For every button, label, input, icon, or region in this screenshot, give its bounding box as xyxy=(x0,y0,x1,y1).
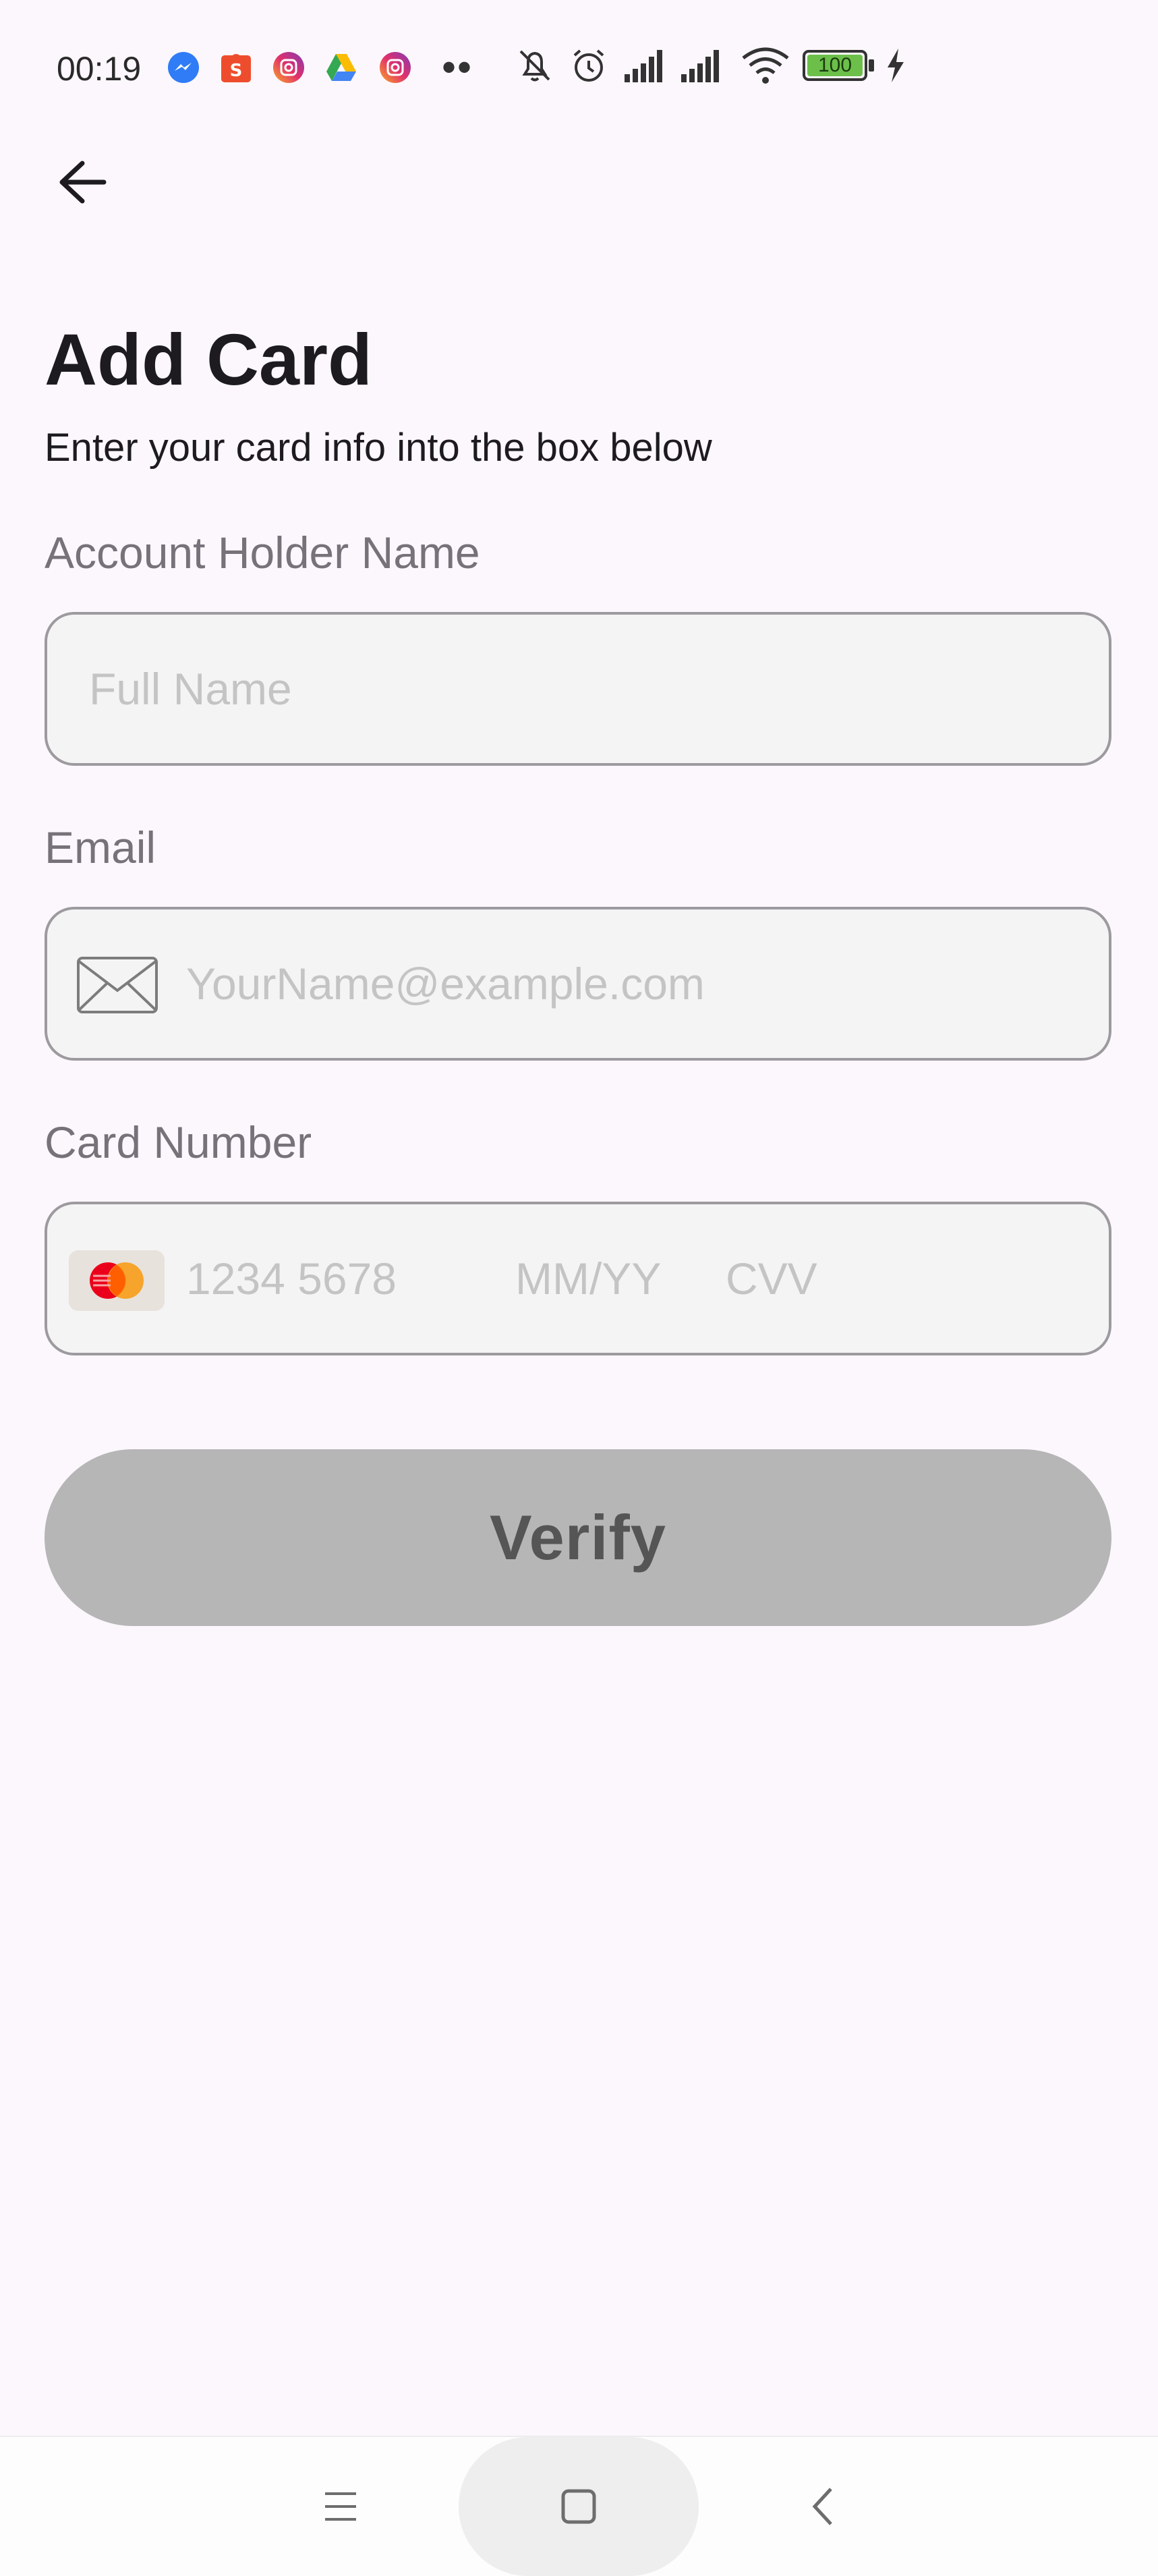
card-number-placeholder[interactable]: 1234 5678 xyxy=(186,1204,397,1353)
navigation-bar xyxy=(0,2436,1158,2576)
expiry-placeholder[interactable]: MM/YY xyxy=(515,1204,661,1353)
home-button[interactable] xyxy=(459,2437,699,2576)
battery-level: 100 xyxy=(817,54,852,76)
instagram-icon xyxy=(380,52,411,83)
email-field[interactable]: YourName@example.com xyxy=(45,907,1111,1061)
mastercard-icon xyxy=(69,1250,165,1311)
square-home-icon xyxy=(561,2489,596,2524)
email-placeholder: YourName@example.com xyxy=(186,959,705,1009)
envelope-icon xyxy=(77,957,158,1013)
messenger-icon xyxy=(168,52,199,83)
svg-text:S: S xyxy=(230,61,243,81)
cvv-placeholder[interactable]: CVV xyxy=(726,1204,817,1353)
verify-button[interactable]: Verify xyxy=(45,1449,1111,1626)
status-time: 00:19 xyxy=(57,50,142,88)
recent-apps-button[interactable] xyxy=(297,2437,384,2576)
email-label: Email xyxy=(45,822,156,872)
wifi-icon xyxy=(742,47,789,84)
account-holder-name-label: Account Holder Name xyxy=(45,528,480,578)
page-title: Add Card xyxy=(45,318,372,400)
full-name-placeholder: Full Name xyxy=(89,664,292,714)
signal-icon xyxy=(681,50,719,82)
battery-icon: 100 xyxy=(803,50,875,84)
menu-icon xyxy=(325,2492,356,2521)
google-drive-icon xyxy=(326,54,356,81)
shopee-icon: S xyxy=(221,54,251,82)
chevron-left-icon xyxy=(812,2488,832,2525)
instagram-icon xyxy=(273,52,304,83)
card-number-label: Card Number xyxy=(45,1117,312,1167)
back-button[interactable] xyxy=(49,148,116,216)
full-name-field[interactable]: Full Name xyxy=(45,612,1111,766)
signal-icon xyxy=(625,50,662,82)
more-notifications-icon: •• xyxy=(442,45,473,90)
arrow-left-icon xyxy=(59,161,107,204)
card-number-field[interactable]: 1234 5678 MM/YY CVV xyxy=(45,1202,1111,1355)
page-subtitle: Enter your card info into the box below xyxy=(45,426,712,470)
alarm-icon xyxy=(573,49,604,82)
status-bar: 00:19 S •• 100 xyxy=(0,0,1158,138)
charging-icon xyxy=(888,49,904,82)
system-back-button[interactable] xyxy=(782,2437,863,2576)
mute-bell-icon xyxy=(519,50,550,82)
